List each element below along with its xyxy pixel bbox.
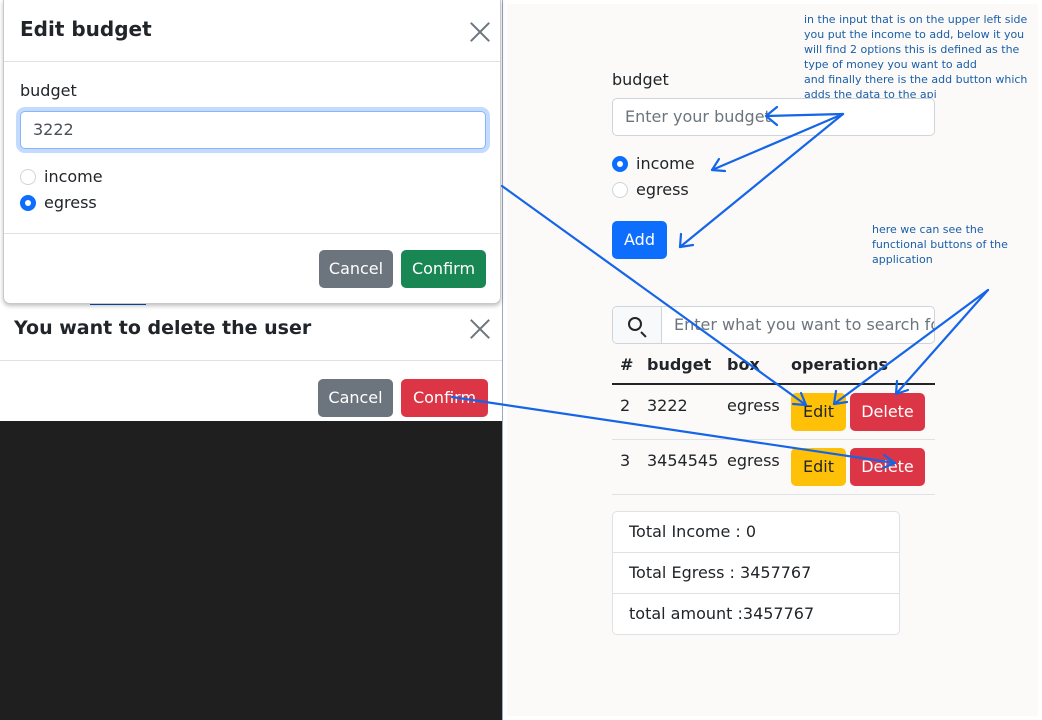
delete-button[interactable]: Delete (850, 448, 925, 486)
radio-income[interactable]: income (612, 153, 732, 175)
radio-checked-icon (612, 156, 628, 172)
annotation-line: application (872, 253, 933, 266)
table-header-box: box (727, 355, 760, 374)
totals-list: Total Income : 0 Total Egress : 3457767 … (612, 511, 900, 635)
row-id: 3 (620, 451, 631, 470)
annotation-line: will find 2 options this is defined as t… (804, 43, 1020, 56)
table-header-id: # (620, 355, 634, 374)
delete-user-modal: You want to delete the user Cancel Confi… (0, 305, 502, 421)
edit-button[interactable]: Edit (791, 393, 846, 431)
edit-radio-income[interactable]: income (20, 166, 140, 188)
radio-checked-icon (20, 195, 36, 211)
table-row: 3 3454545 egress Edit Delete (612, 440, 935, 495)
radio-egress-label: egress (636, 180, 689, 199)
edit-modal-footer-divider (4, 233, 500, 234)
total-amount: total amount :3457767 (629, 604, 815, 623)
annotation-note-buttons: here we can see the functional buttons o… (872, 222, 1032, 267)
delete-cancel-button[interactable]: Cancel (318, 379, 393, 417)
annotation-note-form: in the input that is on the upper left s… (804, 12, 1036, 102)
row-budget: 3222 (647, 396, 688, 415)
budget-app-panel: in the input that is on the upper left s… (502, 0, 1042, 720)
close-icon[interactable] (469, 21, 491, 43)
annotation-line: here we can see the (872, 223, 984, 236)
annotation-line: functional buttons of the (872, 238, 1008, 251)
modal-backdrop (0, 421, 502, 720)
radio-income-label: income (636, 154, 695, 173)
total-egress: Total Egress : 3457767 (613, 553, 899, 594)
add-button[interactable]: Add (612, 221, 667, 259)
row-budget: 3454545 (647, 451, 719, 470)
search-group: Enter what you want to search for (612, 306, 935, 344)
radio-egress[interactable]: egress (612, 179, 732, 201)
edit-modal-title: Edit budget (20, 17, 152, 41)
radio-unchecked-icon (612, 182, 628, 198)
search-icon (628, 317, 642, 331)
table-row: 2 3222 egress Edit Delete (612, 385, 935, 440)
budget-input[interactable]: Enter your budget (612, 98, 935, 136)
delete-button[interactable]: Delete (850, 393, 925, 431)
annotation-line: you put the income to add, below it you (804, 28, 1025, 41)
table-header-budget: budget (647, 355, 712, 374)
edit-radio-income-label: income (44, 167, 103, 186)
delete-modal-divider (0, 360, 502, 361)
close-icon[interactable] (469, 318, 491, 340)
search-input[interactable]: Enter what you want to search for (674, 307, 934, 343)
edit-modal-header: Edit budget (4, 0, 500, 62)
edit-radio-egress-label: egress (44, 193, 97, 212)
radio-unchecked-icon (20, 169, 36, 185)
edit-budget-label: budget (20, 81, 77, 100)
row-box: egress (727, 396, 780, 415)
edit-radio-egress[interactable]: egress (20, 192, 140, 214)
edit-confirm-button[interactable]: Confirm (401, 250, 486, 288)
table-header-operations: operations (791, 355, 889, 374)
edit-budget-input[interactable]: 3222 (20, 111, 486, 149)
edit-budget-modal: Edit budget budget 3222 income egress Ca… (3, 0, 501, 304)
edit-cancel-button[interactable]: Cancel (319, 250, 393, 288)
delete-modal-title: You want to delete the user (14, 317, 312, 339)
delete-confirm-button[interactable]: Confirm (401, 379, 488, 417)
annotation-line: type of money you want to add (804, 58, 977, 71)
row-id: 2 (620, 396, 631, 415)
annotation-line: and finally there is the add button whic… (804, 73, 1028, 86)
budget-label: budget (612, 70, 669, 89)
annotation-line: in the input that is on the upper left s… (804, 13, 1028, 26)
edit-button[interactable]: Edit (791, 448, 846, 486)
total-income: Total Income : 0 (613, 512, 899, 553)
row-box: egress (727, 451, 780, 470)
search-addon (613, 307, 662, 343)
